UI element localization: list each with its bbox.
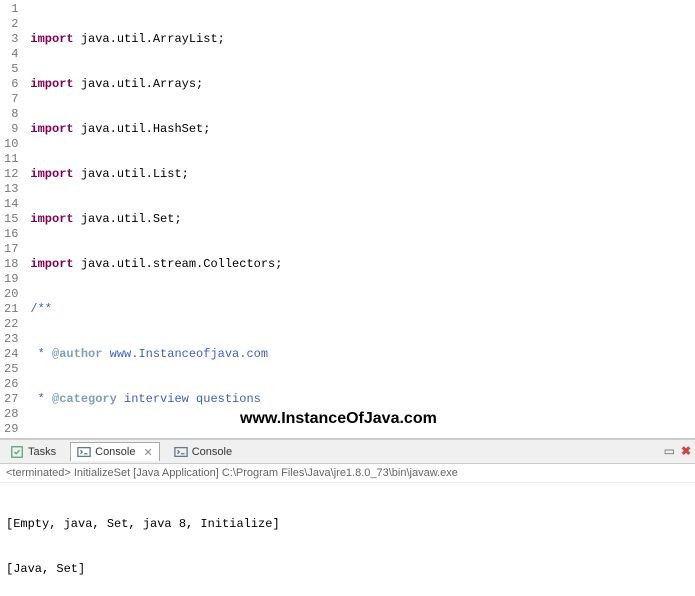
console-icon	[174, 445, 188, 459]
code-line: import java.util.Arrays;	[30, 77, 691, 92]
line-num: 16	[4, 227, 18, 242]
line-num: 28	[4, 407, 18, 422]
line-num: 6	[4, 77, 18, 92]
code-line: import java.util.Set;	[30, 212, 691, 227]
code-editor[interactable]: 1 2 3 4 5 6 7 8 9 10 11 12 13 14 15 16 1…	[0, 0, 695, 440]
output-line: [Empty, java, Set, java 8, Initialize]	[6, 517, 689, 532]
line-num: 23	[4, 332, 18, 347]
line-gutter: 1 2 3 4 5 6 7 8 9 10 11 12 13 14 15 16 1…	[0, 0, 26, 438]
console-output: [Empty, java, Set, java 8, Initialize] […	[0, 483, 695, 596]
line-num: 10	[4, 137, 18, 152]
code-line: /**	[30, 302, 691, 317]
line-num: 29	[4, 422, 18, 437]
tab-tasks[interactable]: Tasks	[4, 443, 62, 461]
console-header: <terminated> InitializeSet [Java Applica…	[0, 464, 695, 483]
line-num: 8	[4, 107, 18, 122]
code-line: import java.util.HashSet;	[30, 122, 691, 137]
line-num: 1	[4, 2, 18, 17]
code-line: * @category interview questions	[30, 392, 691, 407]
line-num: 15	[4, 212, 18, 227]
minimize-icon[interactable]: ▭	[664, 444, 675, 459]
bottom-tabs: Tasks Console ✕ Console ▭ ✖	[0, 440, 695, 464]
line-num: 19	[4, 272, 18, 287]
line-num: 17	[4, 242, 18, 257]
line-num: 5	[4, 62, 18, 77]
output-line: [Java, Set]	[6, 562, 689, 577]
line-num: 3	[4, 32, 18, 47]
line-num: 21	[4, 302, 18, 317]
line-num: 13	[4, 182, 18, 197]
tab-label: Tasks	[28, 446, 56, 458]
code-line: * @author www.Instanceofjava.com	[30, 347, 691, 362]
line-num: 20	[4, 287, 18, 302]
line-num: 7	[4, 92, 18, 107]
line-num: 4	[4, 47, 18, 62]
code-area[interactable]: import java.util.ArrayList; import java.…	[26, 0, 695, 438]
line-num: 25	[4, 362, 18, 377]
line-num: 14	[4, 197, 18, 212]
code-line: import java.util.ArrayList;	[30, 32, 691, 47]
close-icon[interactable]: ✕	[143, 446, 152, 459]
code-line: import java.util.List;	[30, 167, 691, 182]
line-num: 26	[4, 377, 18, 392]
tab-label: Console	[95, 446, 135, 458]
line-num: 2	[4, 17, 18, 32]
line-num: 12	[4, 167, 18, 182]
console-icon	[77, 445, 91, 459]
line-num: 22	[4, 317, 18, 332]
remove-icon[interactable]: ✖	[681, 444, 691, 459]
tab-console[interactable]: Console ✕	[70, 442, 160, 461]
watermark: www.InstanceOfJava.com	[240, 410, 437, 428]
line-num: 18	[4, 257, 18, 272]
tasks-icon	[10, 445, 24, 459]
tab-label: Console	[192, 446, 232, 458]
code-line: import java.util.stream.Collectors;	[30, 257, 691, 272]
line-num: 11	[4, 152, 18, 167]
tab-console-2[interactable]: Console	[168, 443, 238, 461]
line-num: 24	[4, 347, 18, 362]
line-num: 9	[4, 122, 18, 137]
line-num: 27	[4, 392, 18, 407]
